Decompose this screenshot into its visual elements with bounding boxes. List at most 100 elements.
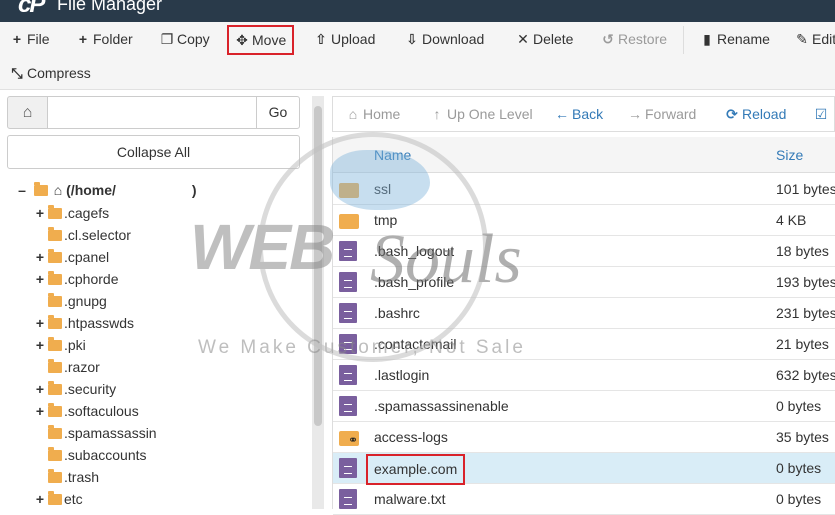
folder-open-icon xyxy=(33,182,48,196)
file-name[interactable]: ssl xyxy=(374,174,391,205)
folder-icon xyxy=(48,469,62,483)
expand-plus-icon[interactable]: + xyxy=(34,202,46,224)
table-row[interactable]: malware.txt 0 bytes xyxy=(333,484,835,515)
delete-button[interactable]: ✕ Delete xyxy=(516,24,573,54)
file-name[interactable]: .lastlogin xyxy=(374,360,429,391)
expand-plus-icon[interactable]: + xyxy=(34,488,46,510)
path-input[interactable] xyxy=(47,96,257,129)
tree-item[interactable]: .trash xyxy=(34,466,99,488)
tree-item[interactable]: + .pki xyxy=(34,334,86,356)
file-name[interactable]: access-logs xyxy=(374,422,448,453)
compress-button[interactable]: ⤡ Compress xyxy=(10,58,90,88)
restore-button[interactable]: ↺ Restore xyxy=(601,24,667,54)
file-name[interactable]: .bash_logout xyxy=(374,236,454,267)
expand-plus-icon[interactable]: + xyxy=(34,268,46,290)
folder-icon xyxy=(48,403,62,417)
table-row[interactable]: .bashrc 231 bytes xyxy=(333,298,835,329)
file-text-icon xyxy=(339,272,357,292)
folder-icon xyxy=(48,271,62,285)
table-row[interactable]: .contactemail 21 bytes xyxy=(333,329,835,360)
tree-item[interactable]: + .security xyxy=(34,378,116,400)
up-one-level-button[interactable]: ↑ Up One Level xyxy=(430,97,533,131)
tree-item[interactable]: + .cphorde xyxy=(34,268,118,290)
table-row[interactable]: tmp 4 KB xyxy=(333,205,835,236)
file-size: 35 bytes xyxy=(776,429,829,445)
upload-button[interactable]: ⇧ Upload xyxy=(314,24,375,54)
copy-button[interactable]: ❐ Copy xyxy=(160,24,210,54)
toolbar-divider xyxy=(683,26,684,54)
move-button[interactable]: ✥ Move xyxy=(227,25,295,55)
tree-item[interactable]: + etc xyxy=(34,488,83,510)
go-button[interactable]: Go xyxy=(256,96,300,129)
reload-button[interactable]: ⟳ Reload xyxy=(725,97,786,131)
file-name[interactable]: malware.txt xyxy=(374,484,446,515)
column-header-size[interactable]: Size xyxy=(776,137,803,173)
folder-icon xyxy=(48,337,62,351)
tree-item[interactable]: .cl.selector xyxy=(34,224,131,246)
download-button[interactable]: ⇩ Download xyxy=(405,24,484,54)
expand-plus-icon[interactable]: + xyxy=(34,312,46,334)
file-text-icon xyxy=(339,365,357,385)
table-row[interactable]: .bash_profile 193 bytes xyxy=(333,267,835,298)
plus-icon: + xyxy=(78,31,88,47)
rename-button[interactable]: ▮ Rename xyxy=(700,24,770,54)
expand-plus-icon[interactable]: + xyxy=(34,378,46,400)
home-icon[interactable]: ⌂ xyxy=(7,96,48,129)
expand-plus-icon[interactable]: + xyxy=(34,400,46,422)
tree-item[interactable]: .subaccounts xyxy=(34,444,147,466)
folder-link-icon xyxy=(339,431,359,446)
table-row[interactable]: access-logs 35 bytes xyxy=(333,422,835,453)
tree-item[interactable]: + .cagefs xyxy=(34,202,109,224)
table-row[interactable]: .bash_logout 18 bytes xyxy=(333,236,835,267)
tree-root[interactable]: – ⌂ (/home/) xyxy=(16,180,197,200)
tree-root-label: (/home/ xyxy=(66,182,116,198)
expand-plus-icon[interactable]: + xyxy=(34,246,46,268)
tree-item[interactable]: + .cpanel xyxy=(34,246,109,268)
forward-button[interactable]: → Forward xyxy=(628,97,696,131)
back-button[interactable]: ← Back xyxy=(555,97,603,131)
folder-icon xyxy=(48,293,62,307)
file-name[interactable]: .bashrc xyxy=(374,298,420,329)
tree-item[interactable]: .gnupg xyxy=(34,290,107,312)
tree-item-label: .softaculous xyxy=(64,403,139,419)
home-icon: ⌂ xyxy=(348,106,358,122)
scrollbar-thumb[interactable] xyxy=(314,106,322,426)
select-all-button[interactable]: ☑ xyxy=(814,97,831,131)
tree-item[interactable]: + .htpasswds xyxy=(34,312,134,334)
file-size: 632 bytes xyxy=(776,367,835,383)
tree-item-label: .trash xyxy=(64,469,100,485)
collapse-icon[interactable]: – xyxy=(16,180,28,200)
nav-home-button[interactable]: ⌂ Home xyxy=(346,97,401,131)
file-name[interactable]: example.com xyxy=(366,454,466,485)
table-row[interactable]: ssl 101 bytes xyxy=(333,174,835,205)
expand-plus-icon[interactable]: + xyxy=(34,334,46,356)
file-text-icon xyxy=(339,458,357,478)
table-row[interactable]: .spamassassinenable 0 bytes xyxy=(333,391,835,422)
file-name[interactable]: .contactemail xyxy=(374,329,456,360)
tree-item[interactable]: + .softaculous xyxy=(34,400,139,422)
new-folder-label: Folder xyxy=(93,31,133,47)
file-name[interactable]: tmp xyxy=(374,205,397,236)
tree-item-label: .htpasswds xyxy=(64,315,135,331)
file-name[interactable]: .spamassassinenable xyxy=(374,391,509,422)
new-folder-button[interactable]: + Folder xyxy=(76,24,133,54)
collapse-all-button[interactable]: Collapse All xyxy=(7,135,300,169)
up-one-level-label: Up One Level xyxy=(447,106,533,122)
tree-item[interactable]: .spamassassin xyxy=(34,422,157,444)
table-row[interactable]: example.com 0 bytes xyxy=(333,453,835,485)
edit-button[interactable]: ✎ Edit xyxy=(795,24,835,54)
tree-item-label: .spamassassin xyxy=(64,425,157,441)
pane-scrollbar[interactable] xyxy=(312,96,324,509)
new-file-button[interactable]: + File xyxy=(10,24,50,54)
tree-item-label: .subaccounts xyxy=(64,447,147,463)
column-header-name[interactable]: Name xyxy=(374,137,411,173)
table-row[interactable]: .lastlogin 632 bytes xyxy=(333,360,835,391)
file-text-icon xyxy=(339,334,357,354)
tree-item-label: .cagefs xyxy=(64,205,110,221)
file-size: 0 bytes xyxy=(776,460,822,476)
file-size: 101 bytes xyxy=(776,181,835,197)
undo-icon: ↺ xyxy=(602,31,614,47)
directory-tree-panel: ⌂ Go Collapse All – ⌂ (/home/) + .cagefs.… xyxy=(0,90,307,509)
file-name[interactable]: .bash_profile xyxy=(374,267,454,298)
tree-item[interactable]: .razor xyxy=(34,356,100,378)
